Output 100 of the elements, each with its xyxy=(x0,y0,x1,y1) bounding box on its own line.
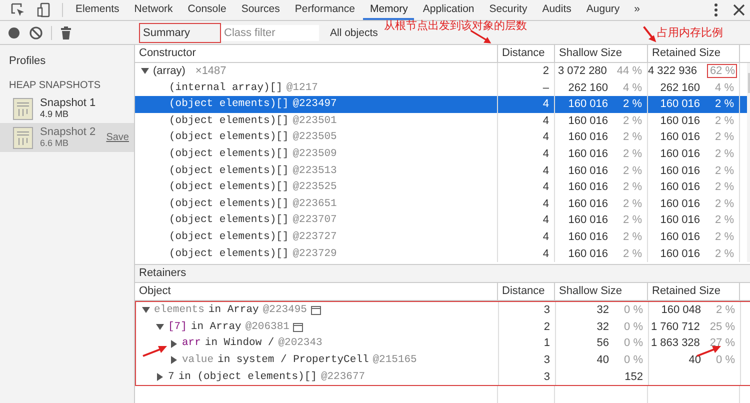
table-row[interactable]: value in system / PropertyCell @215165 3 40 0 % 40 0 % xyxy=(136,352,750,368)
distance-value: 4 xyxy=(542,164,549,179)
object-name: (object elements)[] xyxy=(169,246,289,262)
close-icon[interactable] xyxy=(732,3,746,17)
column-header[interactable]: Object xyxy=(135,283,498,300)
snapshot-icon xyxy=(13,126,33,148)
more-tabs-button[interactable]: » xyxy=(628,0,646,20)
tab[interactable]: Application xyxy=(416,0,481,20)
percent-value: 2 % xyxy=(714,180,734,196)
size-value: 160 016 xyxy=(568,213,608,228)
percent-value: 2 % xyxy=(622,130,642,146)
arrow-icon xyxy=(142,345,168,357)
table-row[interactable]: (object elements)[] @223727 4 160 016 2 % 160 016 2 % xyxy=(135,228,747,246)
percent-value: 2 % xyxy=(714,213,734,228)
tab[interactable]: Audits xyxy=(536,0,578,20)
record-icon[interactable] xyxy=(7,26,21,40)
table-row[interactable]: 7 in (object elements)[] @223677 3 152 xyxy=(136,368,750,386)
reveal-icon[interactable] xyxy=(310,306,321,315)
size-value: 160 016 xyxy=(660,130,700,146)
column-header[interactable]: Shallow Size xyxy=(555,283,648,300)
percent-value: 62 % xyxy=(706,64,737,78)
retainer-edge: value xyxy=(182,352,214,368)
size-value: 160 016 xyxy=(660,146,700,162)
tab[interactable]: Elements xyxy=(69,0,126,20)
percent-value: 2 % xyxy=(622,114,642,129)
table-row[interactable]: elements in Array @223495 3 32 0 % 160 048 2 % xyxy=(136,302,750,319)
object-count: ×1487 xyxy=(195,64,226,79)
object-name: (object elements)[] xyxy=(169,180,289,196)
percent-value: 2 % xyxy=(714,230,734,245)
size-value: 1 863 328 xyxy=(650,336,700,352)
table-row[interactable]: (object elements)[] @223509 4 160 016 2 % 160 016 2 % xyxy=(135,146,747,163)
percent-value: 2 % xyxy=(622,97,642,112)
retainer-edge: elements xyxy=(154,303,204,318)
clear-icon[interactable] xyxy=(29,26,43,40)
table-row[interactable]: [7] in Array @206381 2 32 0 % 1 760 712 25 % xyxy=(136,318,750,336)
column-header[interactable]: Retained Size xyxy=(648,283,740,300)
object-id: @223513 xyxy=(292,164,337,179)
expand-arrow-icon[interactable] xyxy=(156,323,164,332)
table-row[interactable]: (object elements)[] @223497 4 160 016 2 % 160 016 2 % xyxy=(135,96,747,113)
save-link[interactable]: Save xyxy=(106,132,129,143)
column-header[interactable]: Constructor xyxy=(135,45,498,62)
snapshot-item[interactable]: Snapshot 1 4.9 MB xyxy=(0,94,134,123)
column-header[interactable]: Retained Size xyxy=(648,45,740,62)
expand-arrow-icon[interactable] xyxy=(156,372,164,381)
table-row[interactable]: (object elements)[] @223729 4 160 016 2 % 160 016 2 % xyxy=(135,246,747,262)
object-name: (object elements)[] xyxy=(169,146,289,162)
device-icon[interactable] xyxy=(36,2,52,18)
tab[interactable]: Performance xyxy=(288,0,362,20)
percent-value: 2 % xyxy=(714,97,734,112)
column-header[interactable]: Distance xyxy=(498,283,555,300)
table-row[interactable]: (object elements)[] @223501 4 160 016 2 % 160 016 2 % xyxy=(135,112,747,130)
table-row[interactable]: (object elements)[] @223651 4 160 016 2 % 160 016 2 % xyxy=(135,196,747,212)
percent-value: 2 % xyxy=(714,114,734,129)
distance-value: 4 xyxy=(542,146,549,162)
table-row[interactable]: (object elements)[] @223707 4 160 016 2 % 160 016 2 % xyxy=(135,212,747,229)
class-filter-field[interactable]: Class filter xyxy=(221,24,319,40)
table-row[interactable]: (array) ×1487 2 3 072 280 44 % 4 322 936 62 % xyxy=(135,63,747,80)
tab[interactable]: Network xyxy=(128,0,180,20)
size-value: 160 016 xyxy=(660,196,700,212)
snapshot-name: Snapshot 2 xyxy=(40,126,97,138)
size-value: 4 322 936 xyxy=(648,64,697,79)
object-name: (internal array)[] xyxy=(169,80,282,96)
object-id: @202343 xyxy=(278,336,322,352)
column-header[interactable]: Shallow Size xyxy=(555,45,648,62)
object-name: (object elements)[] xyxy=(169,213,289,228)
tab[interactable]: Console xyxy=(181,0,233,20)
object-id: @223509 xyxy=(292,146,337,162)
objects-select[interactable]: All objects xyxy=(325,22,385,42)
percent-value: 2 % xyxy=(622,230,642,245)
table-row[interactable]: (object elements)[] @223505 4 160 016 2 % 160 016 2 % xyxy=(135,129,747,146)
column-header[interactable]: Distance xyxy=(498,45,555,62)
expand-arrow-icon[interactable] xyxy=(141,67,149,76)
arrow-icon xyxy=(643,26,657,43)
percent-value: 4 % xyxy=(622,80,642,96)
table-row[interactable]: (object elements)[] @223513 4 160 016 2 % 160 016 2 % xyxy=(135,162,747,180)
percent-value: 2 % xyxy=(714,164,734,179)
tab[interactable]: Sources xyxy=(234,0,286,20)
table-row[interactable]: (object elements)[] @223525 4 160 016 2 % 160 016 2 % xyxy=(135,179,747,196)
object-id: @223707 xyxy=(292,213,337,228)
trash-icon[interactable] xyxy=(60,26,72,40)
expand-arrow-icon[interactable] xyxy=(142,306,150,314)
percent-value: 2 % xyxy=(715,303,735,318)
inspect-icon[interactable] xyxy=(10,2,26,18)
object-id: @223727 xyxy=(292,230,337,245)
percent-value: 4 % xyxy=(714,80,734,96)
size-value: 3 072 280 xyxy=(558,64,607,79)
retainer-owner: in (object elements)[] xyxy=(178,370,317,384)
percent-value: 0 % xyxy=(715,352,735,368)
snapshot-name: Snapshot 1 xyxy=(40,98,97,108)
size-value: 160 016 xyxy=(660,230,700,245)
retainer-edge: 7 xyxy=(168,370,174,384)
tab[interactable]: Augury xyxy=(580,0,626,20)
expand-arrow-icon[interactable] xyxy=(170,340,178,348)
reveal-icon[interactable] xyxy=(293,322,304,332)
object-id: @223651 xyxy=(292,196,337,212)
tab[interactable]: Security xyxy=(482,0,534,20)
arrow-icon xyxy=(468,30,494,44)
view-select[interactable]: Summary xyxy=(139,22,221,42)
percent-value: 2 % xyxy=(714,246,734,262)
expand-arrow-icon[interactable] xyxy=(170,356,178,364)
